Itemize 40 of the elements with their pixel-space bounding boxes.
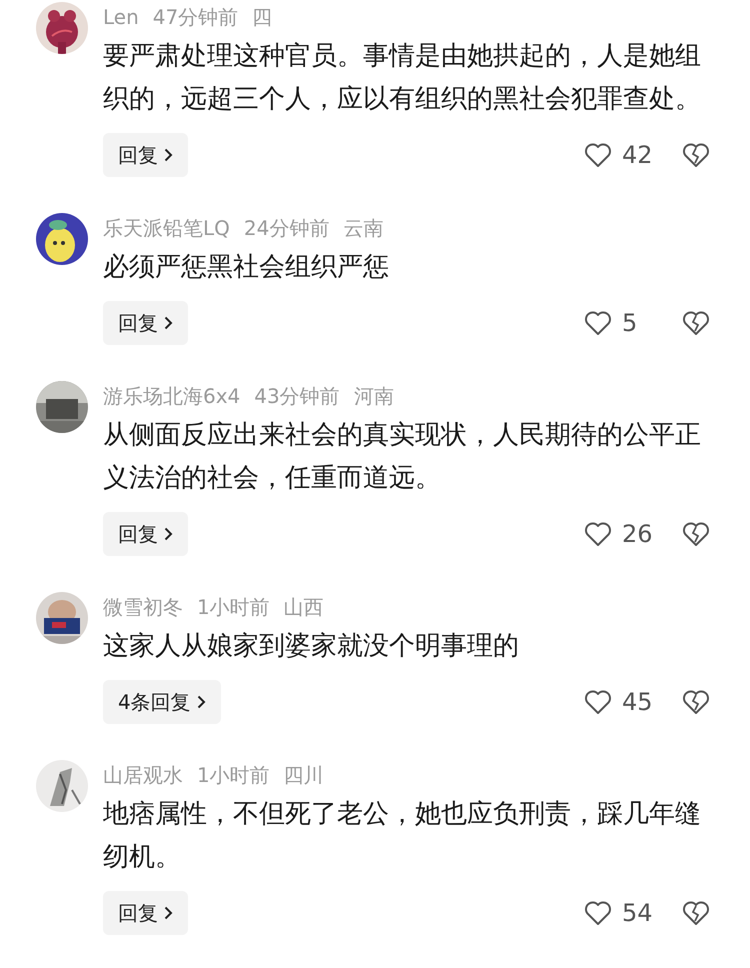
chevron-right-icon bbox=[164, 148, 173, 162]
like-count: 26 bbox=[622, 519, 654, 550]
broken-heart-icon[interactable] bbox=[682, 900, 710, 926]
comment-location: 河南 bbox=[354, 383, 394, 410]
heart-icon[interactable] bbox=[584, 310, 612, 336]
like-count: 54 bbox=[622, 898, 654, 929]
comment-time: 1小时前 bbox=[197, 594, 270, 621]
comment-time: 24分钟前 bbox=[244, 215, 330, 242]
comment-text: 要严肃处理这种官员。事情是由她拱起的，人是她组织的，远超三个人，应以有组织的黑社会犯罪查处。 bbox=[103, 40, 702, 116]
reply-button[interactable]: 回复 bbox=[103, 512, 188, 556]
comment-time: 1小时前 bbox=[197, 762, 270, 789]
like-count: 5 bbox=[622, 308, 638, 339]
broken-heart-icon[interactable] bbox=[682, 689, 710, 715]
heart-icon[interactable] bbox=[584, 689, 612, 715]
heart-icon[interactable] bbox=[584, 142, 612, 168]
comment-location: 山西 bbox=[284, 594, 324, 621]
broken-heart-icon[interactable] bbox=[682, 521, 710, 547]
comment-text: 必须严惩黑社会组织严惩 bbox=[103, 251, 390, 284]
reply-button[interactable]: 4条回复 bbox=[103, 680, 221, 724]
like-count: 45 bbox=[622, 687, 654, 718]
comment-location: 四 bbox=[252, 4, 272, 31]
chevron-right-icon bbox=[196, 695, 206, 709]
comment-text: 从侧面反应出来社会的真实现状，人民期待的公平正义法治的社会，任重而道远。 bbox=[103, 419, 702, 495]
heart-icon[interactable] bbox=[584, 521, 612, 547]
comment-text: 这家人从娘家到婆家就没个明事理的 bbox=[103, 630, 520, 663]
heart-icon[interactable] bbox=[584, 900, 612, 926]
comment-location: 云南 bbox=[343, 215, 384, 242]
chevron-right-icon bbox=[164, 316, 173, 330]
broken-heart-icon[interactable] bbox=[682, 310, 710, 336]
comment-time: 47分钟前 bbox=[152, 4, 238, 31]
reply-button[interactable]: 回复 bbox=[103, 891, 188, 935]
comment-text: 地痞属性，不但死了老公，她也应负刑责，踩几年缝纫机。 bbox=[103, 798, 702, 874]
chevron-right-icon bbox=[164, 906, 173, 920]
comment-time: 43分钟前 bbox=[254, 383, 340, 410]
reply-button[interactable]: 回复 bbox=[103, 133, 188, 177]
chevron-right-icon bbox=[164, 527, 173, 541]
broken-heart-icon[interactable] bbox=[682, 142, 710, 168]
reply-button[interactable]: 回复 bbox=[103, 301, 188, 345]
like-count: 42 bbox=[622, 140, 654, 171]
comment-location: 四川 bbox=[284, 762, 324, 789]
